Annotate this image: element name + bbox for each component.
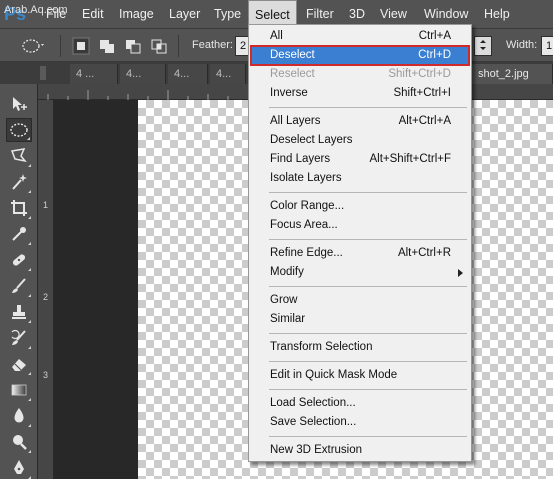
- document-tab-2[interactable]: 4...: [120, 64, 166, 84]
- menu-layer[interactable]: Layer: [163, 0, 206, 28]
- tools-panel: [0, 62, 38, 479]
- document-tab-label: 4 ...: [76, 68, 95, 80]
- style-dropdown-arrow[interactable]: [474, 36, 492, 56]
- document-tab-3[interactable]: 4...: [168, 64, 208, 84]
- ruler-number: 3: [43, 370, 49, 380]
- width-input[interactable]: 1: [541, 36, 553, 56]
- subtract-from-selection-icon[interactable]: [122, 35, 144, 57]
- document-tab-label: 4...: [216, 68, 232, 80]
- document-tab-active[interactable]: shot_2.jpg: [472, 64, 553, 84]
- elliptical-marquee-tool-icon[interactable]: [6, 118, 32, 142]
- document-tab-label: 4...: [174, 68, 190, 80]
- magic-wand-tool-icon[interactable]: [6, 170, 32, 194]
- document-tab-1[interactable]: 4 ...: [70, 64, 118, 84]
- menu-item-inverse[interactable]: Inverse Shift+Ctrl+I: [251, 84, 469, 103]
- select-menu-dropdown: All Ctrl+A Deselect Ctrl+D Reselect Shift+C…: [248, 24, 472, 462]
- menu-type[interactable]: Type: [208, 0, 247, 28]
- vertical-ruler: 1 2 3: [38, 100, 54, 479]
- menu-item-deselect-layers[interactable]: Deselect Layers: [251, 131, 469, 150]
- menu-separator: [269, 239, 467, 240]
- menu-separator: [269, 389, 467, 390]
- lasso-tool-icon[interactable]: [6, 144, 32, 168]
- menu-file[interactable]: File: [40, 0, 72, 28]
- menu-edit[interactable]: Edit: [76, 0, 110, 28]
- ruler-number: 1: [43, 200, 49, 210]
- healing-brush-tool-icon[interactable]: [6, 248, 32, 272]
- submenu-arrow-icon: [458, 269, 463, 277]
- intersect-selection-icon[interactable]: [148, 35, 170, 57]
- menu-item-refine-edge[interactable]: Refine Edge... Alt+Ctrl+R: [251, 244, 469, 263]
- move-tool-icon[interactable]: [6, 92, 32, 116]
- blur-tool-icon[interactable]: [6, 404, 32, 428]
- document-tab-label: shot_2.jpg: [478, 68, 529, 80]
- gradient-tool-icon[interactable]: [6, 378, 32, 402]
- menu-item-color-range[interactable]: Color Range...: [251, 197, 469, 216]
- eraser-tool-icon[interactable]: [6, 352, 32, 376]
- feather-label: Feather:: [192, 39, 233, 51]
- crop-tool-icon[interactable]: [6, 196, 32, 220]
- menu-item-modify[interactable]: Modify: [251, 263, 469, 282]
- dodge-tool-icon[interactable]: [6, 430, 32, 454]
- menu-item-deselect[interactable]: Deselect Ctrl+D: [250, 45, 470, 66]
- menu-image[interactable]: Image: [113, 0, 160, 28]
- pen-tool-icon[interactable]: [6, 456, 32, 479]
- menu-item-grow[interactable]: Grow: [251, 291, 469, 310]
- width-label: Width:: [506, 39, 538, 51]
- tabs-grip: [40, 66, 46, 80]
- menu-separator: [269, 333, 467, 334]
- menu-separator: [269, 361, 467, 362]
- document-tab-4[interactable]: 4...: [210, 64, 246, 84]
- menu-item-save-selection[interactable]: Save Selection...: [251, 413, 469, 432]
- menu-item-new-3d-extrusion[interactable]: New 3D Extrusion: [251, 441, 469, 460]
- menu-item-load-selection[interactable]: Load Selection...: [251, 394, 469, 413]
- canvas-pasteboard: [54, 100, 138, 479]
- menu-item-find-layers[interactable]: Find Layers Alt+Shift+Ctrl+F: [251, 150, 469, 169]
- menu-item-focus-area[interactable]: Focus Area...: [251, 216, 469, 235]
- menu-separator: [269, 107, 467, 108]
- menu-separator: [269, 286, 467, 287]
- menu-item-isolate-layers[interactable]: Isolate Layers: [251, 169, 469, 188]
- feather-input[interactable]: 2: [235, 36, 249, 56]
- menu-item-all[interactable]: All Ctrl+A: [251, 27, 469, 46]
- menu-item-reselect: Reselect Shift+Ctrl+D: [270, 68, 451, 80]
- menu-separator: [269, 192, 467, 193]
- menu-item-similar[interactable]: Similar: [251, 310, 469, 329]
- eyedropper-tool-icon[interactable]: [6, 222, 32, 246]
- history-brush-tool-icon[interactable]: [6, 326, 32, 350]
- menu-item-all-layers[interactable]: All Layers Alt+Ctrl+A: [251, 112, 469, 131]
- clone-stamp-tool-icon[interactable]: [6, 300, 32, 324]
- add-to-selection-icon[interactable]: [96, 35, 118, 57]
- menu-separator: [269, 436, 467, 437]
- elliptical-marquee-preset-icon[interactable]: [20, 35, 44, 57]
- ruler-number: 2: [43, 292, 49, 302]
- menu-help[interactable]: Help: [478, 0, 516, 28]
- brush-tool-icon[interactable]: [6, 274, 32, 298]
- menu-item-quick-mask[interactable]: Edit in Quick Mask Mode: [251, 366, 469, 385]
- new-selection-icon[interactable]: [70, 35, 92, 57]
- document-tab-label: 4...: [126, 68, 142, 80]
- menu-item-transform-selection[interactable]: Transform Selection: [251, 338, 469, 357]
